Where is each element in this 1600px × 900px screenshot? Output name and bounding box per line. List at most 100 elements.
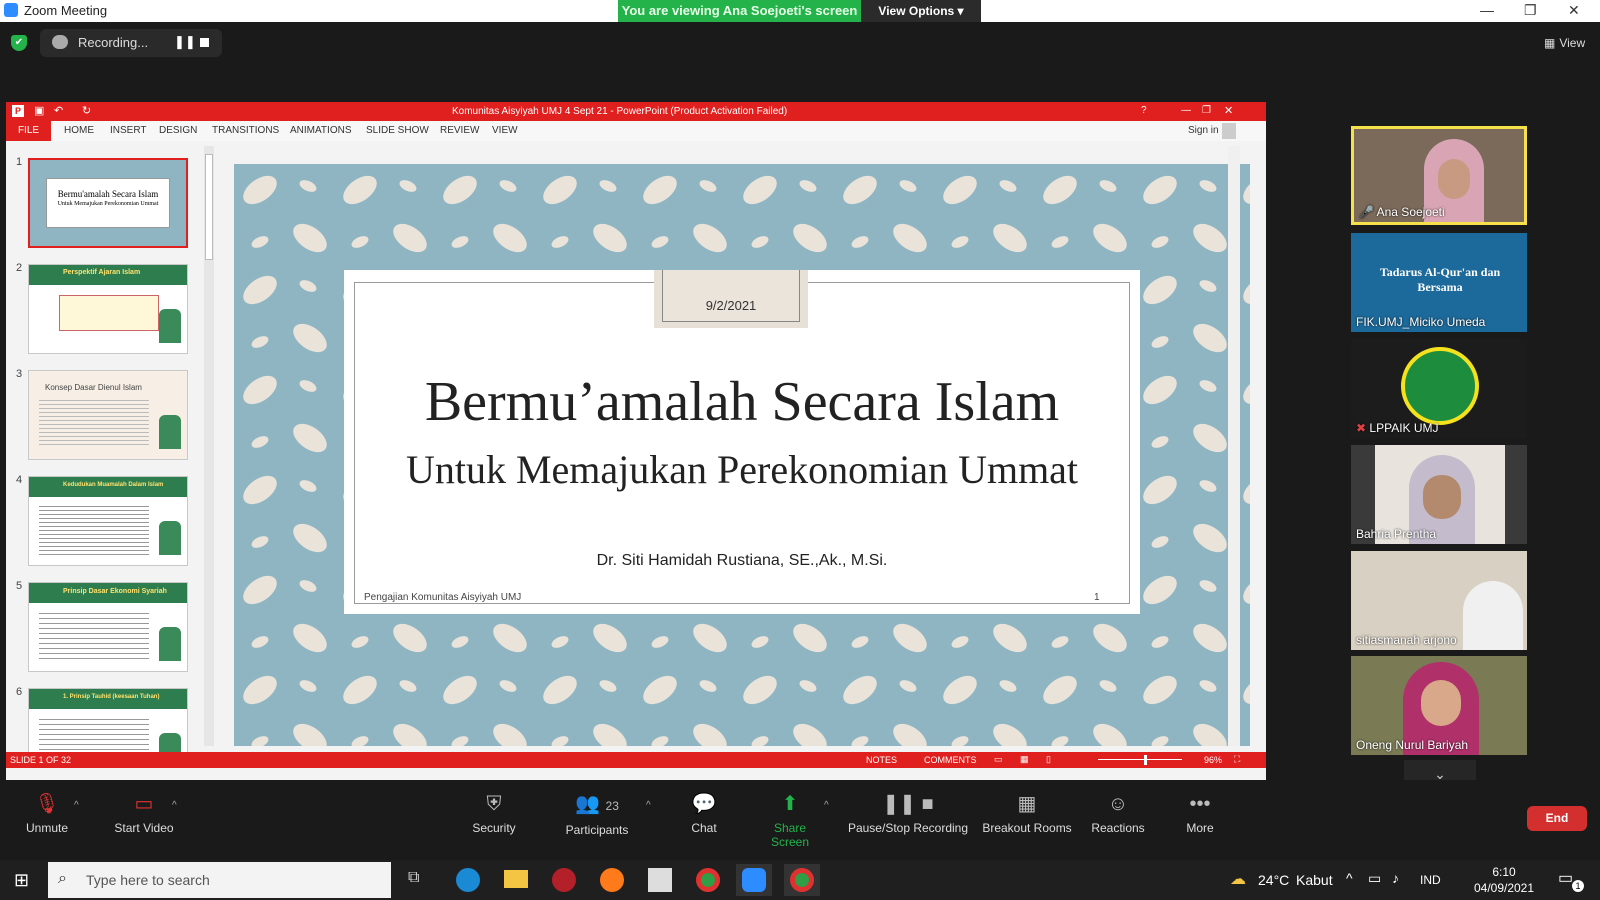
- video-options-caret-icon[interactable]: ^: [172, 800, 177, 811]
- top-view-label: View: [1559, 36, 1586, 50]
- participant-tile[interactable]: Bahria Prentha: [1351, 445, 1527, 544]
- slide-sorter-icon[interactable]: ▦: [1020, 754, 1029, 765]
- stop-recording-icon[interactable]: [200, 38, 209, 47]
- date-tab: 9/2/2021: [654, 270, 808, 328]
- weather-desc[interactable]: Kabut: [1296, 872, 1333, 888]
- slide-footer: Pengajian Komunitas Aisyiyah UMJ: [364, 592, 522, 603]
- recording-indicator: Recording... ❚❚: [40, 29, 222, 57]
- clock-date[interactable]: 04/09/2021: [1466, 881, 1542, 895]
- participants-options-caret-icon[interactable]: ^: [646, 800, 651, 811]
- app-icon[interactable]: [552, 868, 576, 892]
- pause-recording-icon[interactable]: ❚❚: [174, 34, 196, 50]
- slide-thumbnail[interactable]: Prinsip Dasar Ekonomi Syariah: [28, 582, 188, 672]
- user-avatar-icon[interactable]: [1222, 123, 1236, 139]
- slide-thumbnail[interactable]: Konsep Dasar Dienul Islam: [28, 370, 188, 460]
- ppt-minimize-icon[interactable]: —: [1181, 105, 1191, 116]
- tab-home[interactable]: HOME: [64, 125, 94, 136]
- start-video-button[interactable]: ▭ Start Video: [106, 793, 182, 835]
- share-options-caret-icon[interactable]: ^: [824, 800, 829, 811]
- unmute-button[interactable]: 🎙 Unmute: [22, 793, 72, 835]
- weather-icon[interactable]: ☁: [1230, 869, 1246, 889]
- tab-insert[interactable]: INSERT: [110, 125, 147, 136]
- fit-slide-icon[interactable]: ⛶: [1234, 754, 1240, 765]
- reading-view-icon[interactable]: ▯: [1046, 754, 1051, 765]
- zoom-taskbar-active[interactable]: [736, 864, 772, 896]
- zoom-slider-thumb[interactable]: [1144, 755, 1147, 765]
- share-screen-button[interactable]: ⬆ Share Screen: [754, 793, 826, 849]
- minimize-icon[interactable]: —: [1480, 2, 1494, 18]
- firefox-icon[interactable]: [600, 868, 624, 892]
- notes-button[interactable]: NOTES: [866, 755, 897, 765]
- tray-overflow-icon[interactable]: ^: [1346, 870, 1353, 886]
- security-button[interactable]: ⛨ Security: [466, 793, 522, 835]
- windows-start-icon[interactable]: ⊞: [14, 870, 29, 891]
- reactions-button[interactable]: ☺ Reactions: [1090, 793, 1146, 835]
- redo-icon[interactable]: ↻: [82, 104, 91, 117]
- slide-thumbnail[interactable]: Kedudukan Muamalah Dalam Islam: [28, 476, 188, 566]
- gallery-view-button[interactable]: ▦ View: [1544, 36, 1585, 50]
- thumb-title: Bermu'amalah Secara Islam: [57, 189, 159, 199]
- tab-review[interactable]: REVIEW: [440, 125, 479, 136]
- view-options-button[interactable]: View Options ▾: [861, 0, 981, 22]
- thumbnails-scrollbar[interactable]: [204, 146, 214, 746]
- clock-time[interactable]: 6:10: [1474, 865, 1534, 879]
- ppt-close-icon[interactable]: ✕: [1224, 104, 1233, 117]
- tab-transitions[interactable]: TRANSITIONS: [212, 125, 279, 136]
- close-icon[interactable]: ✕: [1568, 2, 1580, 19]
- store-icon[interactable]: [648, 868, 672, 892]
- thumb-title: 1. Prinsip Tauhid (keesaan Tuhan): [63, 694, 160, 700]
- zoom-slider[interactable]: [1098, 759, 1182, 760]
- thumb-title: Perspektif Ajaran Islam: [63, 269, 141, 276]
- chrome-taskbar-active[interactable]: [784, 864, 820, 896]
- pause-stop-recording-button[interactable]: ❚❚ ■ Pause/Stop Recording: [846, 793, 970, 835]
- slide-canvas[interactable]: 9/2/2021 Bermu’amalah Secara Islam Untuk…: [234, 164, 1250, 746]
- tab-view[interactable]: VIEW: [492, 125, 518, 136]
- participant-tile[interactable]: Oneng Nurul Bariyah: [1351, 656, 1527, 755]
- network-icon[interactable]: ▭: [1368, 870, 1381, 887]
- help-icon[interactable]: ?: [1141, 105, 1147, 116]
- more-button[interactable]: ••• More: [1180, 793, 1220, 835]
- thumb-number: 5: [16, 580, 23, 592]
- undo-icon[interactable]: ↶: [54, 104, 63, 117]
- ppt-restore-icon[interactable]: ❐: [1202, 105, 1211, 116]
- chrome-icon[interactable]: [696, 868, 720, 892]
- participant-tile[interactable]: ✖ LPPAIK UMJ: [1351, 339, 1527, 438]
- slide-thumbnail[interactable]: Bermu'amalah Secara Islam Untuk Memajuka…: [28, 158, 188, 248]
- file-explorer-icon[interactable]: [504, 870, 528, 888]
- ribbon-tabs: HOME INSERT DESIGN TRANSITIONS ANIMATION…: [6, 121, 1266, 141]
- slide-thumbnail[interactable]: Perspektif Ajaran Islam: [28, 264, 188, 354]
- tab-design[interactable]: DESIGN: [159, 125, 197, 136]
- tab-slide-show[interactable]: SLIDE SHOW: [366, 125, 429, 136]
- muted-microphone-icon: 🎙: [34, 793, 60, 815]
- audio-options-caret-icon[interactable]: ^: [74, 800, 79, 811]
- save-icon[interactable]: ▣: [34, 104, 44, 117]
- slide-thumbnail[interactable]: 1. Prinsip Tauhid (keesaan Tuhan): [28, 688, 188, 754]
- file-tab[interactable]: FILE: [6, 121, 51, 141]
- breakout-rooms-button[interactable]: ▦ Breakout Rooms: [980, 793, 1074, 835]
- thumb-number: 4: [16, 474, 23, 486]
- comments-button[interactable]: COMMENTS: [924, 755, 977, 765]
- slide-scrollbar[interactable]: [1228, 146, 1240, 746]
- ppt-titlebar: P ▣ ↶ ↻ Komunitas Aisyiyah UMJ 4 Sept 21…: [6, 102, 1266, 121]
- sign-in-link[interactable]: Sign in: [1188, 125, 1219, 136]
- view-options-label: View Options: [878, 4, 955, 18]
- normal-view-icon[interactable]: ▭: [994, 754, 1003, 765]
- volume-icon[interactable]: ♪: [1392, 870, 1399, 886]
- maximize-icon[interactable]: ❐: [1524, 2, 1537, 19]
- input-language[interactable]: IND: [1420, 873, 1441, 887]
- notifications-icon[interactable]: ▭: [1558, 868, 1573, 888]
- edge-icon[interactable]: [456, 868, 480, 892]
- participant-tile[interactable]: 🎤 Ana Soejoeti: [1351, 126, 1527, 225]
- task-view-icon[interactable]: ⧉: [408, 869, 419, 887]
- tab-animations[interactable]: ANIMATIONS: [290, 125, 351, 136]
- weather-temp[interactable]: 24°C: [1258, 872, 1289, 888]
- chat-button[interactable]: 💬 Chat: [686, 793, 722, 835]
- participant-tile[interactable]: Tadarus Al-Qur'an dan Bersama FIK.UMJ_Mi…: [1351, 233, 1527, 332]
- end-meeting-button[interactable]: End: [1527, 806, 1587, 831]
- participants-button[interactable]: 👥 23 Participants: [556, 793, 638, 837]
- security-shield-icon[interactable]: ✔: [11, 35, 27, 51]
- participant-tile[interactable]: sitiasmanah arjono: [1351, 551, 1527, 650]
- taskbar-search-box[interactable]: ⌕ Type here to search: [48, 862, 391, 898]
- slide-page-number: 1: [1094, 592, 1100, 603]
- zoom-level[interactable]: 96%: [1204, 755, 1222, 765]
